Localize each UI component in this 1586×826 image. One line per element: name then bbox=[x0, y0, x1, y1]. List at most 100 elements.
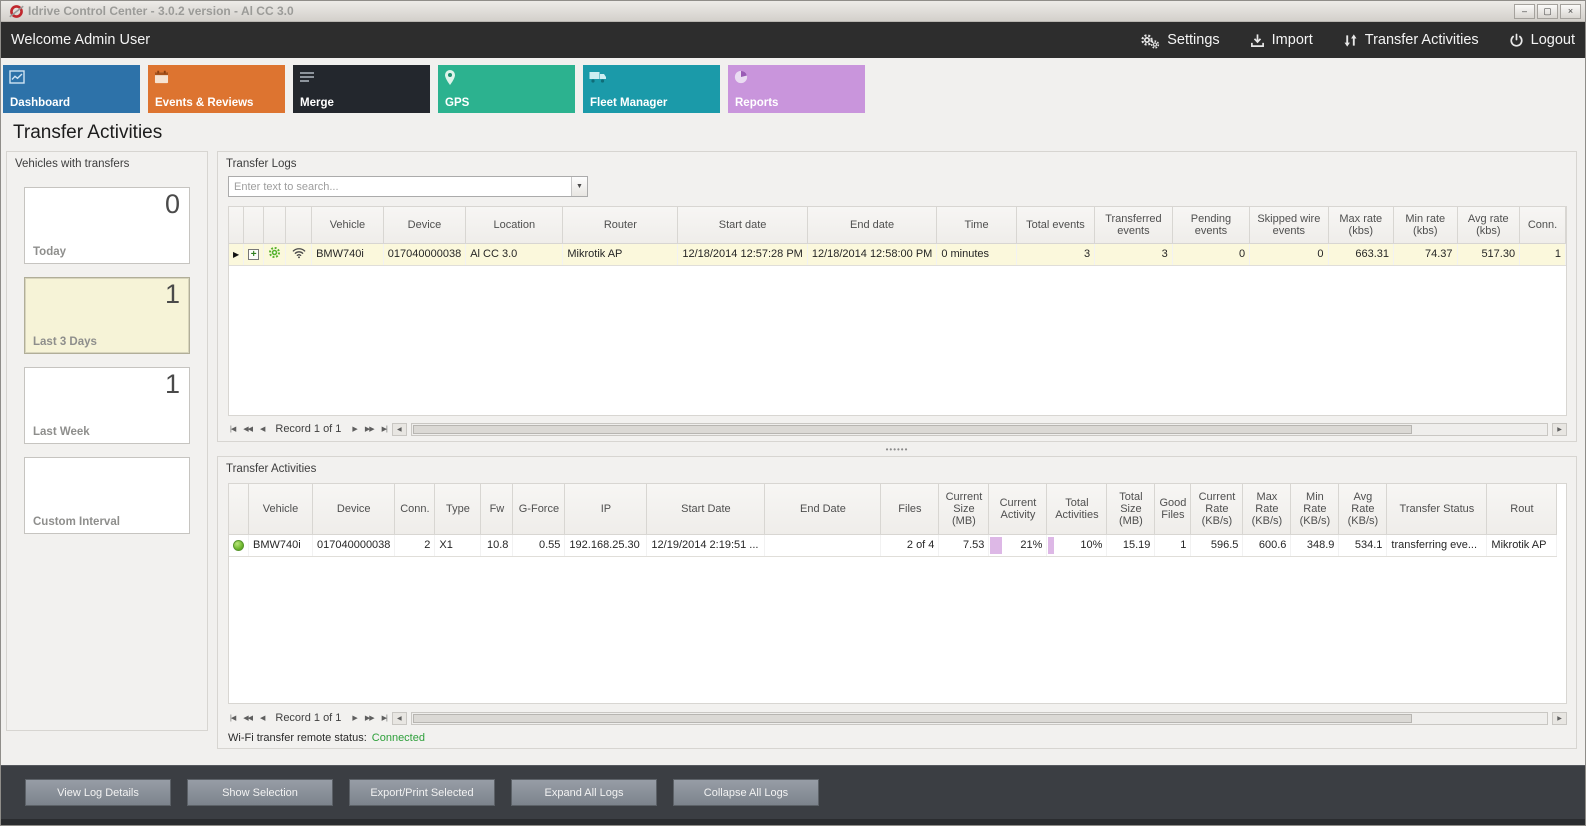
cell-skipped-wire-events: 0 bbox=[1250, 243, 1328, 265]
column-header-ip[interactable]: IP bbox=[565, 484, 647, 534]
nav-tile-events-reviews[interactable]: Events & Reviews bbox=[148, 65, 285, 113]
panel-splitter[interactable]: •••••• bbox=[217, 442, 1577, 456]
last-page-button[interactable]: ▶| bbox=[379, 425, 390, 433]
show-selection-button[interactable]: Show Selection bbox=[187, 779, 333, 806]
tile-label: Dashboard bbox=[10, 97, 70, 109]
scroll-left-button[interactable]: ◀ bbox=[392, 712, 407, 725]
column-header-start-date[interactable]: Start Date bbox=[647, 484, 765, 534]
horizontal-scrollbar[interactable] bbox=[411, 712, 1548, 725]
column-header-end-date[interactable]: End Date bbox=[765, 484, 881, 534]
prev-page-button[interactable]: ◀ bbox=[257, 714, 267, 722]
transfer-arrows-icon bbox=[1343, 33, 1358, 48]
column-header-files[interactable]: Files bbox=[881, 484, 939, 534]
transfer-logs-panel: Transfer Logs ▼ VehicleDeviceLocationRou… bbox=[217, 151, 1577, 442]
collapse-all-logs-button[interactable]: Collapse All Logs bbox=[673, 779, 819, 806]
column-header-conn[interactable]: Conn. bbox=[395, 484, 435, 534]
cell-end-date bbox=[765, 534, 881, 556]
column-header-current-activity[interactable]: Current Activity bbox=[989, 484, 1047, 534]
column-header-current-rate-kb-s[interactable]: Current Rate (KB/s) bbox=[1191, 484, 1243, 534]
column-header-total-activities[interactable]: Total Activities bbox=[1047, 484, 1107, 534]
splitter-grip: •••••• bbox=[886, 445, 909, 454]
next-page-button[interactable]: ▶ bbox=[349, 714, 359, 722]
column-header-device[interactable]: Device bbox=[383, 207, 465, 243]
column-header-avg-rate-kb-s[interactable]: Avg Rate (KB/s) bbox=[1339, 484, 1387, 534]
cell-total-activities: 10% bbox=[1047, 534, 1107, 556]
maximize-button[interactable]: ▢ bbox=[1537, 4, 1558, 19]
logout-button[interactable]: Logout bbox=[1509, 32, 1575, 48]
filter-card-custom-interval[interactable]: Custom Interval bbox=[24, 457, 190, 534]
column-header-g-force[interactable]: G-Force bbox=[513, 484, 565, 534]
scroll-left-button[interactable]: ◀ bbox=[392, 423, 407, 436]
search-combo[interactable]: ▼ bbox=[228, 176, 588, 197]
window-titlebar[interactable]: Idrive Control Center - 3.0.2 version - … bbox=[1, 1, 1585, 22]
column-header-min-rate-kbs[interactable]: Min rate (kbs) bbox=[1394, 207, 1457, 243]
nav-tile-merge[interactable]: Merge bbox=[293, 65, 430, 113]
next-group-button[interactable]: ▶▶ bbox=[362, 714, 377, 722]
next-page-button[interactable]: ▶ bbox=[349, 425, 359, 433]
nav-tile-fleet-manager[interactable]: Fleet Manager bbox=[583, 65, 720, 113]
column-header-avg-rate-kbs[interactable]: Avg rate (kbs) bbox=[1457, 207, 1520, 243]
column-header-transferred-events[interactable]: Transferred events bbox=[1095, 207, 1173, 243]
column-header-router[interactable]: Router bbox=[563, 207, 678, 243]
column-header-max-rate-kbs[interactable]: Max rate (kbs) bbox=[1328, 207, 1394, 243]
column-header-location[interactable]: Location bbox=[466, 207, 563, 243]
prev-group-button[interactable]: ◀◀ bbox=[240, 425, 255, 433]
column-header-rout[interactable]: Rout bbox=[1487, 484, 1557, 534]
dropdown-arrow-icon[interactable]: ▼ bbox=[571, 177, 587, 196]
prev-page-button[interactable]: ◀ bbox=[257, 425, 267, 433]
close-button[interactable]: × bbox=[1560, 4, 1581, 19]
column-header-good-files[interactable]: Good Files bbox=[1155, 484, 1191, 534]
column-header-total-size-mb[interactable]: Total Size (MB) bbox=[1107, 484, 1155, 534]
nav-tile-reports[interactable]: Reports bbox=[728, 65, 865, 113]
next-group-button[interactable]: ▶▶ bbox=[362, 425, 377, 433]
nav-tile-dashboard[interactable]: Dashboard bbox=[3, 65, 140, 113]
column-header-vehicle[interactable]: Vehicle bbox=[249, 484, 313, 534]
first-page-button[interactable]: |◀ bbox=[227, 425, 238, 433]
expand-all-logs-button[interactable]: Expand All Logs bbox=[511, 779, 657, 806]
import-button[interactable]: Import bbox=[1250, 32, 1313, 48]
column-header-pending-events[interactable]: Pending events bbox=[1172, 207, 1249, 243]
cell-vehicle: BMW740i bbox=[249, 534, 313, 556]
column-header-max-rate-kb-s[interactable]: Max Rate (KB/s) bbox=[1243, 484, 1291, 534]
table-row[interactable]: ▶+BMW740i017040000038Al CC 3.0Mikrotik A… bbox=[229, 243, 1566, 265]
column-header-vehicle[interactable]: Vehicle bbox=[312, 207, 384, 243]
horizontal-scrollbar[interactable] bbox=[411, 423, 1548, 436]
column-header-end-date[interactable]: End date bbox=[807, 207, 936, 243]
filter-card-today[interactable]: 0 Today bbox=[24, 187, 190, 264]
view-log-details-button[interactable]: View Log Details bbox=[25, 779, 171, 806]
filter-card-last-week[interactable]: 1 Last Week bbox=[24, 367, 190, 444]
search-input[interactable] bbox=[229, 177, 571, 196]
scroll-right-button[interactable]: ▶ bbox=[1552, 423, 1567, 436]
transfer-activities-button[interactable]: Transfer Activities bbox=[1343, 32, 1479, 48]
nav-tile-gps[interactable]: GPS bbox=[438, 65, 575, 113]
welcome-bar: Welcome Admin User Settings Import Trans… bbox=[1, 22, 1585, 58]
scrollbar-thumb[interactable] bbox=[413, 714, 1412, 723]
first-page-button[interactable]: |◀ bbox=[227, 714, 238, 722]
column-header-transfer-status[interactable]: Transfer Status bbox=[1387, 484, 1487, 534]
scrollbar-thumb[interactable] bbox=[413, 425, 1412, 434]
column-header-start-date[interactable]: Start date bbox=[678, 207, 807, 243]
wifi-icon bbox=[286, 243, 312, 265]
card-value: 0 bbox=[165, 189, 180, 220]
sidebar-title: Vehicles with transfers bbox=[7, 152, 207, 174]
cell-max-rate-kbs: 663.31 bbox=[1328, 243, 1394, 265]
column-header-current-size-mb[interactable]: Current Size (MB) bbox=[939, 484, 989, 534]
column-header-total-events[interactable]: Total events bbox=[1016, 207, 1094, 243]
export-print-selected-button[interactable]: Export/Print Selected bbox=[349, 779, 495, 806]
column-header-fw[interactable]: Fw bbox=[481, 484, 513, 534]
column-header-time[interactable]: Time bbox=[937, 207, 1017, 243]
cell-end-date: 12/18/2014 12:58:00 PM bbox=[807, 243, 936, 265]
settings-button[interactable]: Settings bbox=[1139, 32, 1219, 49]
filter-card-last-3-days[interactable]: 1 Last 3 Days bbox=[24, 277, 190, 354]
column-header-type[interactable]: Type bbox=[435, 484, 481, 534]
last-page-button[interactable]: ▶| bbox=[379, 714, 390, 722]
column-header-min-rate-kb-s[interactable]: Min Rate (KB/s) bbox=[1291, 484, 1339, 534]
scroll-right-button[interactable]: ▶ bbox=[1552, 712, 1567, 725]
column-header-skipped-wire-events[interactable]: Skipped wire events bbox=[1250, 207, 1328, 243]
expand-row-button[interactable]: + bbox=[244, 243, 264, 265]
minimize-button[interactable]: – bbox=[1514, 4, 1535, 19]
column-header-conn[interactable]: Conn. bbox=[1520, 207, 1566, 243]
prev-group-button[interactable]: ◀◀ bbox=[240, 714, 255, 722]
column-header-device[interactable]: Device bbox=[313, 484, 395, 534]
table-row[interactable]: BMW740i0170400000382X110.80.55192.168.25… bbox=[229, 534, 1557, 556]
